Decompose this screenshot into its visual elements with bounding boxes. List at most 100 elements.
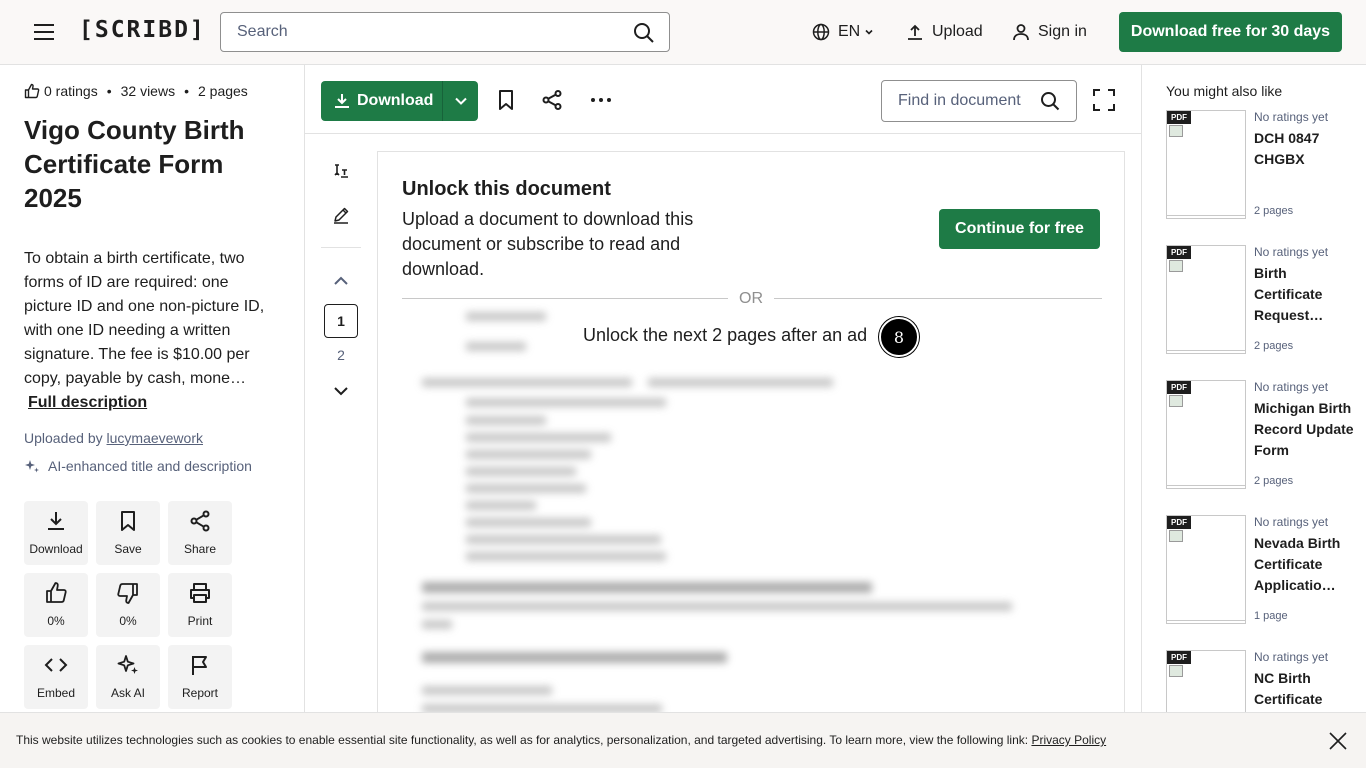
action-label: Print [187,614,213,628]
flag-icon [188,653,212,677]
recommendations-rail: You might also like PDF No ratings yet D… [1141,65,1366,768]
chevron-down-icon [864,27,874,37]
document-description: To obtain a birth certificate, two forms… [24,250,265,387]
recommendation-card[interactable]: PDF No ratings yet Birth Certificate Req… [1166,245,1356,357]
report-action[interactable]: Report [168,645,232,709]
pencil-icon[interactable] [332,206,350,224]
card-rating: No ratings yet [1254,650,1329,664]
document-title: Vigo County Birth Certificate Form 2025 [24,115,245,213]
close-icon[interactable] [1328,731,1348,751]
card-rating: No ratings yet [1254,110,1329,124]
share-icon[interactable] [541,89,563,111]
document-thumbnail: PDF [1166,515,1246,621]
upload-icon [906,23,924,41]
site-header: [SCRIBD] EN Upload Sign in Download free… [0,0,1366,65]
thumbs-up-icon [44,581,68,605]
more-options-icon[interactable] [589,89,613,111]
download-options-button[interactable] [442,81,478,121]
image-placeholder-icon [1169,125,1183,137]
scribd-logo[interactable]: [SCRIBD] [79,17,206,43]
continue-for-free-button[interactable]: Continue for free [939,209,1100,249]
download-label: Download [357,92,434,109]
upload-label: Upload [932,23,983,40]
pdf-badge: PDF [1167,381,1191,394]
share-action[interactable]: Share [168,501,232,565]
upload-button[interactable]: Upload [906,20,983,44]
ad-countdown-timer: 8 [879,317,919,357]
card-rating: No ratings yet [1254,380,1329,394]
chevron-down-icon[interactable] [332,382,350,400]
rail-heading: You might also like [1166,83,1283,99]
views-count: 32 views [120,83,176,99]
language-selector[interactable]: EN [812,20,874,44]
embed-action[interactable]: Embed [24,645,88,709]
search-icon[interactable] [633,22,655,44]
search-bar[interactable] [220,12,670,52]
document-info-panel: 0 ratings • 32 views • 2 pages Vigo Coun… [0,65,305,768]
menu-icon[interactable] [32,20,56,44]
recommendation-card[interactable]: PDF No ratings yet DCH 0847 CHGBX 2 page… [1166,110,1356,222]
sign-in-button[interactable]: Sign in [1012,20,1087,44]
find-input[interactable] [898,81,1038,121]
sparkle-icon [24,458,40,474]
download-icon [333,92,351,110]
unlock-ad-text: Unlock the next 2 pages after an ad [583,325,868,345]
page-navigator: 1 2 [305,134,377,714]
chevron-up-icon[interactable] [332,272,350,290]
full-description-link[interactable]: Full description [28,394,147,412]
user-icon [1012,23,1030,41]
privacy-policy-link[interactable]: Privacy Policy [1031,733,1106,747]
action-label: Report [181,686,219,700]
card-pages: 2 pages [1254,475,1294,487]
like-action[interactable]: 0% [24,573,88,637]
cookie-message: This website utilizes technologies such … [16,733,1029,747]
find-in-document[interactable] [881,80,1077,122]
recommendation-card[interactable]: PDF No ratings yet Michigan Birth Record… [1166,380,1356,492]
embed-icon [44,653,68,677]
action-label: Download [29,542,83,556]
ask-ai-action[interactable]: Ask AI [96,645,160,709]
current-page[interactable]: 1 [324,304,358,338]
meta-separator: • [184,83,189,99]
card-rating: No ratings yet [1254,245,1329,259]
cookie-banner: This website utilizes technologies such … [0,712,1366,768]
card-rating: No ratings yet [1254,515,1329,529]
globe-icon [812,23,830,41]
card-title: Nevada Birth Certificate Applicatio… [1254,535,1341,593]
thumbs-up-icon [24,83,40,99]
action-label: Ask AI [110,686,145,700]
bookmark-icon[interactable] [495,89,517,111]
document-viewer: Unlock this document Upload a document t… [377,151,1125,714]
download-button[interactable]: Download [321,81,442,121]
print-action[interactable]: Print [168,573,232,637]
dislike-action[interactable]: 0% [96,573,160,637]
page-number[interactable]: 2 [324,347,358,363]
save-action[interactable]: Save [96,501,160,565]
document-toolbar: Download [305,65,1141,134]
blurred-document-preview [378,302,1124,714]
uploader-link[interactable]: lucymaevework [107,430,203,446]
download-action[interactable]: Download [24,501,88,565]
search-input[interactable] [237,13,627,51]
print-icon [188,581,212,605]
card-title: Michigan Birth Record Update Form [1254,400,1354,458]
thumbs-down-icon [116,581,140,605]
share-icon [188,509,212,533]
action-label: Share [183,542,217,556]
divider [321,247,361,248]
download-free-button[interactable]: Download free for 30 days [1119,12,1342,52]
action-label: Save [114,542,142,556]
unlock-body: Upload a document to download this docum… [402,209,694,279]
recommendation-card[interactable]: PDF No ratings yet Nevada Birth Certific… [1166,515,1356,627]
card-title: NC Birth Certificate [1254,670,1323,707]
cookie-text: This website utilizes technologies such … [16,733,1106,747]
or-label: OR [728,290,774,308]
sparkle-icon [116,653,140,677]
card-title: Birth Certificate Request… [1254,265,1324,323]
card-pages: 1 page [1254,610,1288,622]
text-tool-icon[interactable] [332,162,350,180]
image-placeholder-icon [1169,530,1183,542]
document-thumbnail: PDF [1166,110,1246,216]
fullscreen-icon[interactable] [1093,89,1115,111]
image-placeholder-icon [1169,665,1183,677]
